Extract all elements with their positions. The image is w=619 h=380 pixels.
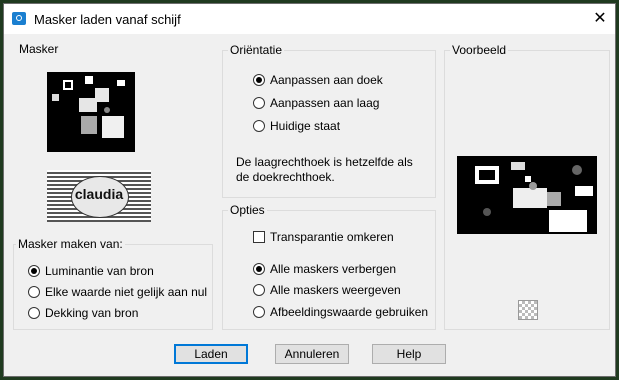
cancel-button[interactable]: Annuleren — [275, 344, 349, 364]
logo-text: claudia — [74, 186, 124, 202]
radio-label: Dekking van bron — [45, 306, 139, 320]
radio-indicator — [253, 306, 265, 318]
radio-huidige-staat[interactable]: Huidige staat — [253, 118, 340, 134]
app-camera-icon — [12, 12, 26, 25]
opties-label: Opties — [228, 203, 267, 217]
radio-indicator — [28, 265, 40, 277]
masker-maken-label: Masker maken van: — [16, 237, 125, 251]
checkbox-indicator — [253, 231, 265, 243]
close-icon[interactable]: ✕ — [589, 8, 611, 30]
transparency-icon[interactable] — [518, 300, 538, 320]
radio-label: Afbeeldingswaarde gebruiken — [270, 305, 429, 319]
radio-label: Huidige staat — [270, 119, 341, 133]
help-button[interactable]: Help — [372, 344, 446, 364]
radio-indicator — [253, 120, 265, 132]
window-title: Masker laden vanaf schijf — [34, 12, 181, 27]
title-bar: Masker laden vanaf schijf ✕ — [4, 4, 615, 34]
radio-indicator — [253, 284, 265, 296]
radio-alle-weergeven[interactable]: Alle maskers weergeven — [253, 282, 401, 298]
voorbeeld-label: Voorbeeld — [450, 43, 509, 57]
radio-indicator — [253, 97, 265, 109]
radio-aanpassen-doek[interactable]: Aanpassen aan doek — [253, 72, 383, 88]
radio-indicator — [253, 74, 265, 86]
radio-luminantie[interactable]: Luminantie van bron — [28, 263, 154, 279]
radio-label: Elke waarde niet gelijk aan nul — [45, 285, 208, 299]
preview-image — [457, 156, 597, 234]
radio-afbeeldingswaarde[interactable]: Afbeeldingswaarde gebruiken — [253, 304, 428, 320]
radio-label: Alle maskers verbergen — [270, 262, 397, 276]
radio-indicator — [253, 263, 265, 275]
radio-label: Alle maskers weergeven — [270, 283, 401, 297]
orientatie-label: Oriëntatie — [228, 43, 285, 57]
radio-alle-verbergen[interactable]: Alle maskers verbergen — [253, 261, 396, 277]
radio-elke-waarde[interactable]: Elke waarde niet gelijk aan nul — [28, 284, 207, 300]
radio-indicator — [28, 286, 40, 298]
radio-indicator — [28, 307, 40, 319]
masker-label: Masker — [17, 42, 61, 56]
load-button[interactable]: Laden — [174, 344, 248, 364]
checkbox-transparantie-omkeren[interactable]: Transparantie omkeren — [253, 229, 394, 245]
radio-label: Luminantie van bron — [45, 264, 154, 278]
mask-thumbnail[interactable] — [47, 72, 135, 152]
radio-aanpassen-laag[interactable]: Aanpassen aan laag — [253, 95, 379, 111]
orientatie-note: De laagrechthoek is hetzelfde als de doe… — [236, 155, 413, 184]
masker-group: Masker claudia — [13, 42, 213, 238]
radio-label: Aanpassen aan doek — [270, 73, 383, 87]
radio-label: Aanpassen aan laag — [270, 96, 380, 110]
dialog-window: Masker laden vanaf schijf ✕ Masker claud… — [3, 3, 616, 377]
radio-dekking[interactable]: Dekking van bron — [28, 305, 138, 321]
mask-logo-thumbnail: claudia — [47, 170, 151, 222]
checkbox-label: Transparantie omkeren — [270, 230, 394, 244]
